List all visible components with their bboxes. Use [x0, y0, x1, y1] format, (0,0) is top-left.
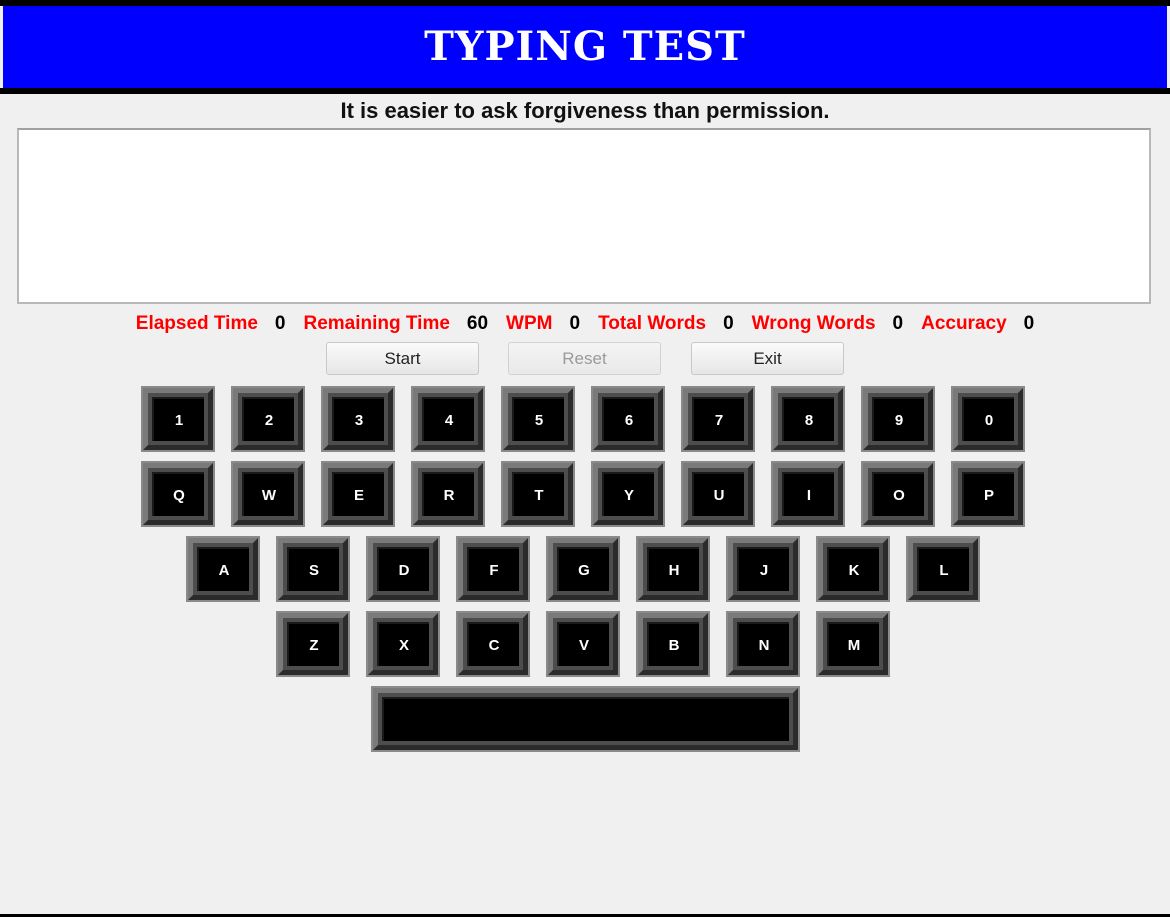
elapsed-time-value: 0	[274, 313, 286, 334]
total-words-value: 0	[723, 313, 734, 334]
key-0[interactable]: 0	[951, 386, 1025, 452]
key-label: 4	[422, 397, 474, 441]
typing-input[interactable]	[17, 128, 1151, 304]
key-label: H	[647, 547, 699, 591]
key-a[interactable]: A	[186, 536, 260, 602]
key-label: V	[557, 622, 609, 666]
key-r[interactable]: R	[411, 461, 485, 527]
key-label: A	[197, 547, 249, 591]
target-sentence: It is easier to ask forgiveness than per…	[340, 98, 830, 123]
remaining-time-value: 60	[466, 313, 489, 334]
key-label: G	[557, 547, 609, 591]
key-9[interactable]: 9	[861, 386, 935, 452]
key-label: M	[827, 622, 879, 666]
key-label: K	[827, 547, 879, 591]
header-bar: TYPING TEST	[3, 6, 1167, 90]
key-label: Z	[287, 622, 339, 666]
key-label: 2	[242, 397, 294, 441]
key-c[interactable]: C	[456, 611, 530, 677]
key-label: D	[377, 547, 429, 591]
key-label: J	[737, 547, 789, 591]
key-q[interactable]: Q	[141, 461, 215, 527]
key-3[interactable]: 3	[321, 386, 395, 452]
key-label: Y	[602, 472, 654, 516]
key-label: 8	[782, 397, 834, 441]
key-e[interactable]: E	[321, 461, 395, 527]
key-label: N	[737, 622, 789, 666]
total-words-label: Total Words	[598, 313, 707, 334]
key-label: E	[332, 472, 384, 516]
stats-bar: Elapsed Time 0 Remaining Time 60 WPM 0 Total W…	[0, 313, 1170, 335]
key-2[interactable]: 2	[231, 386, 305, 452]
key-h[interactable]: H	[636, 536, 710, 602]
key-label: Q	[152, 472, 204, 516]
key-6[interactable]: 6	[591, 386, 665, 452]
key-label: 3	[332, 397, 384, 441]
key-8[interactable]: 8	[771, 386, 845, 452]
key-d[interactable]: D	[366, 536, 440, 602]
key-label: O	[872, 472, 924, 516]
wrong-words-value: 0	[892, 313, 904, 334]
key-label: 5	[512, 397, 564, 441]
key-label: T	[512, 472, 564, 516]
key-w[interactable]: W	[231, 461, 305, 527]
key-f[interactable]: F	[456, 536, 530, 602]
key-label: L	[917, 547, 969, 591]
key-p[interactable]: P	[951, 461, 1025, 527]
key-label: 6	[602, 397, 654, 441]
wpm-value: 0	[569, 313, 581, 334]
elapsed-time-label: Elapsed Time	[135, 313, 258, 334]
key-label: 7	[692, 397, 744, 441]
app-title: TYPING TEST	[424, 23, 746, 70]
key-j[interactable]: J	[726, 536, 800, 602]
key-y[interactable]: Y	[591, 461, 665, 527]
remaining-time-label: Remaining Time	[303, 313, 450, 334]
key-label: F	[467, 547, 519, 591]
key-5[interactable]: 5	[501, 386, 575, 452]
exit-button[interactable]: Exit	[691, 342, 844, 375]
key-label: C	[467, 622, 519, 666]
key-label: S	[287, 547, 339, 591]
key-label: B	[647, 622, 699, 666]
key-b[interactable]: B	[636, 611, 710, 677]
key-n[interactable]: N	[726, 611, 800, 677]
key-l[interactable]: L	[906, 536, 980, 602]
key-m[interactable]: M	[816, 611, 890, 677]
wrong-words-label: Wrong Words	[751, 313, 876, 334]
key-4[interactable]: 4	[411, 386, 485, 452]
key-g[interactable]: G	[546, 536, 620, 602]
key-u[interactable]: U	[681, 461, 755, 527]
key-label: U	[692, 472, 744, 516]
key-o[interactable]: O	[861, 461, 935, 527]
reset-button[interactable]: Reset	[508, 342, 661, 375]
key-space-face	[382, 697, 789, 741]
key-label: P	[962, 472, 1014, 516]
key-label: 0	[962, 397, 1014, 441]
key-label: W	[242, 472, 294, 516]
header-divider	[0, 88, 1170, 94]
key-s[interactable]: S	[276, 536, 350, 602]
key-x[interactable]: X	[366, 611, 440, 677]
key-z[interactable]: Z	[276, 611, 350, 677]
key-t[interactable]: T	[501, 461, 575, 527]
wpm-label: WPM	[506, 313, 553, 334]
key-label: 9	[872, 397, 924, 441]
key-label: X	[377, 622, 429, 666]
key-i[interactable]: I	[771, 461, 845, 527]
key-v[interactable]: V	[546, 611, 620, 677]
key-label: 1	[152, 397, 204, 441]
key-space[interactable]	[371, 686, 800, 752]
start-button[interactable]: Start	[326, 342, 479, 375]
key-label: R	[422, 472, 474, 516]
key-7[interactable]: 7	[681, 386, 755, 452]
accuracy-label: Accuracy	[921, 313, 1007, 334]
key-label: I	[782, 472, 834, 516]
key-1[interactable]: 1	[141, 386, 215, 452]
key-k[interactable]: K	[816, 536, 890, 602]
accuracy-value: 0	[1023, 313, 1035, 334]
